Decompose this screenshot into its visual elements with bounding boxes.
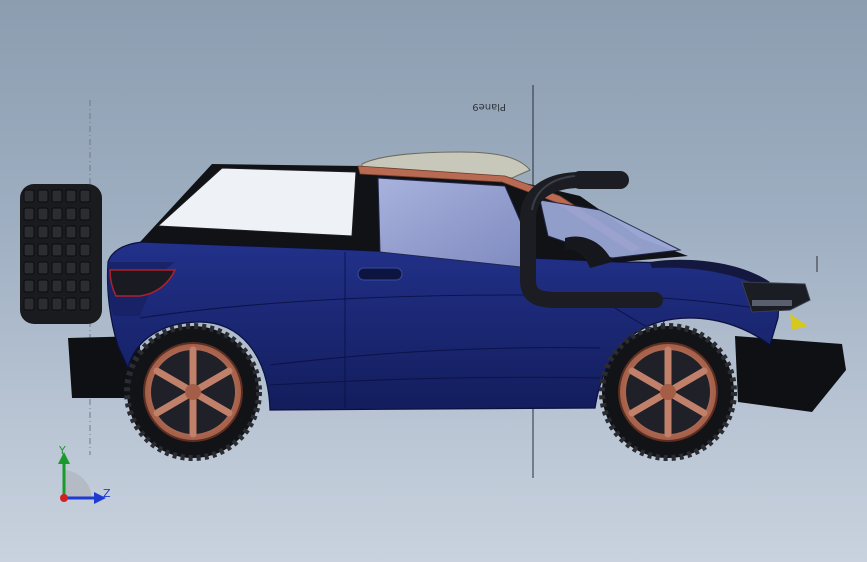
rear-wheel[interactable]	[124, 323, 262, 461]
front-bumper[interactable]	[735, 336, 846, 412]
orientation-triad[interactable]: Y Z	[58, 444, 111, 504]
model-scene[interactable]: Plane9 Y Z	[0, 0, 867, 562]
z-axis-label: Z	[103, 487, 111, 500]
plane-label: Plane9	[472, 101, 506, 112]
triad-plane-indicator	[64, 470, 92, 498]
rear-window	[156, 167, 357, 237]
3d-viewport[interactable]: Plane9 Y Z	[0, 0, 867, 562]
front-wheel[interactable]	[599, 323, 737, 461]
spare-tire[interactable]	[20, 184, 102, 324]
door-handle[interactable]	[357, 267, 403, 281]
y-axis-label: Y	[58, 444, 66, 457]
side-window	[377, 177, 531, 269]
x-axis-dot	[60, 494, 68, 502]
